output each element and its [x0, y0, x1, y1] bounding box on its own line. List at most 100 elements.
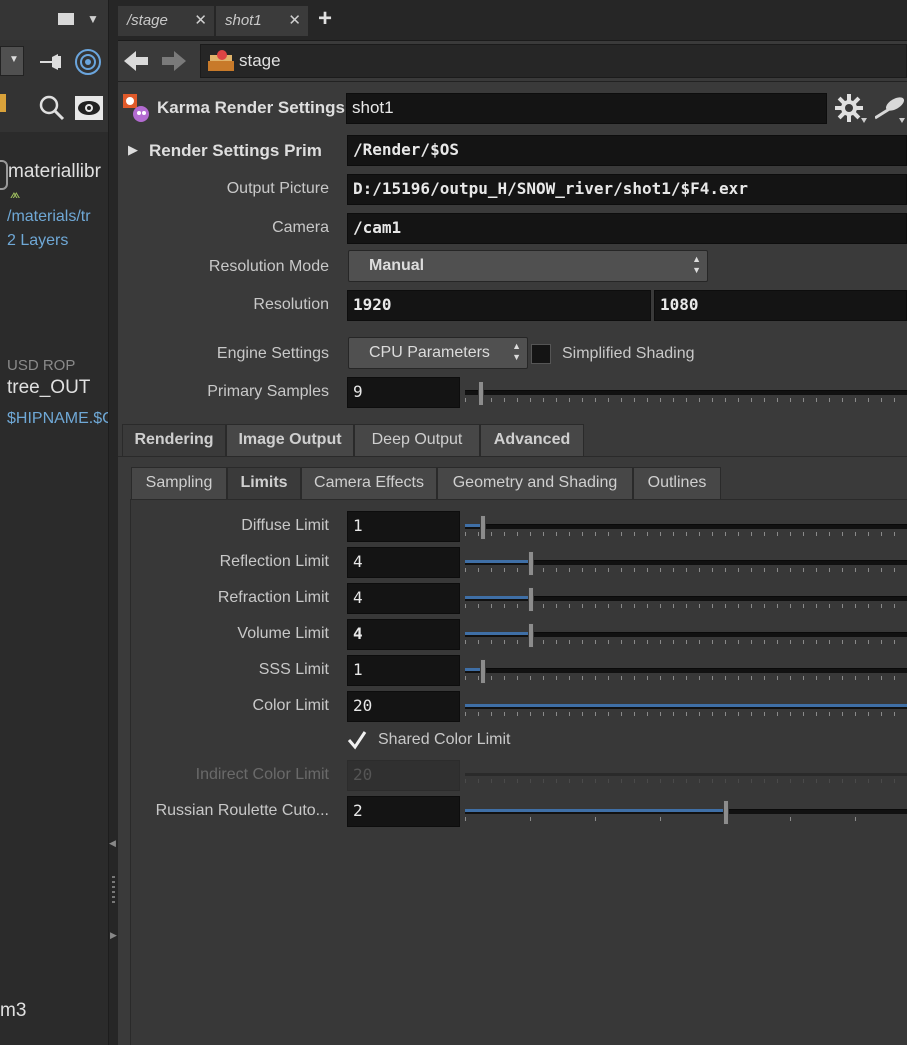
- search-icon[interactable]: [38, 94, 66, 127]
- resolution-y-field[interactable]: 1080: [654, 290, 907, 321]
- output-picture-field[interactable]: D:/15196/outpu_H/SNOW_river/shot1/$F4.ex…: [347, 174, 907, 205]
- collapse-right-icon[interactable]: ▶: [110, 930, 117, 941]
- tab-stage[interactable]: /stage ✕: [118, 6, 214, 36]
- chevron-down-icon[interactable]: ▼: [87, 12, 99, 26]
- volume-limit-label: Volume Limit: [237, 625, 329, 642]
- back-arrow-icon[interactable]: [124, 49, 150, 78]
- sss-limit-slider[interactable]: [465, 655, 907, 685]
- node-name: materiallibr: [8, 161, 101, 182]
- collapse-left-icon[interactable]: ◀: [109, 838, 116, 849]
- slider-fill: [465, 560, 531, 563]
- gear-icon[interactable]: [835, 94, 867, 129]
- resolution-mode-value: Manual: [369, 257, 425, 274]
- slider-ticks: [465, 779, 907, 783]
- sss-limit-label: SSS Limit: [258, 661, 329, 678]
- tab-image-output[interactable]: Image Output: [226, 424, 354, 456]
- tab-camera-effects[interactable]: Camera Effects: [301, 467, 437, 499]
- drag-handle[interactable]: [112, 876, 115, 906]
- tab-sampling[interactable]: Sampling: [131, 467, 227, 499]
- tab-outlines[interactable]: Outlines: [633, 467, 721, 499]
- path-field[interactable]: stage: [200, 44, 907, 78]
- color-limit-slider[interactable]: [465, 691, 907, 721]
- refraction-limit-slider[interactable]: [465, 583, 907, 613]
- network-panel[interactable]: ▼ ▼ materiallibr ⩕ /materials/tr 2 Layer…: [0, 0, 108, 1045]
- eye-icon[interactable]: [75, 94, 103, 127]
- node-type-label: Karma Render Settings: [157, 98, 345, 117]
- pane-menu-icon[interactable]: [58, 13, 74, 25]
- node-tree-out[interactable]: USD ROP tree_OUT $HIPNAME.$C: [0, 355, 108, 435]
- refraction-limit-label: Refraction Limit: [217, 589, 329, 606]
- engine-settings-label: Engine Settings: [216, 345, 329, 362]
- node-name-field[interactable]: shot1: [346, 93, 827, 124]
- camera-field[interactable]: /cam1: [347, 213, 907, 244]
- camera-label: Camera: [272, 219, 329, 236]
- diffuse-limit-slider[interactable]: [465, 511, 907, 541]
- node-materiallibrary[interactable]: materiallibr ⩕ /materials/tr 2 Layers: [0, 150, 108, 250]
- resolution-mode-label: Resolution Mode: [208, 258, 329, 275]
- engine-settings-menu[interactable]: CPU Parameters ▲ ▼: [348, 337, 528, 369]
- pane-tab-bar: /stage ✕ shot1 ✕ +: [118, 0, 907, 41]
- slider-ticks: [465, 676, 907, 680]
- node-path: /materials/tr: [7, 208, 91, 225]
- slider-handle[interactable]: [528, 551, 534, 576]
- russian-roulette-field[interactable]: 2: [347, 796, 460, 827]
- slider-fill: [465, 596, 531, 599]
- russian-roulette-label: Russian Roulette Cuto...: [155, 802, 329, 819]
- node-layers: 2 Layers: [7, 232, 69, 249]
- render-prim-field[interactable]: /Render/$OS: [347, 135, 907, 166]
- slider-handle[interactable]: [478, 381, 484, 406]
- chevron-down-icon: ▼: [9, 54, 19, 65]
- node-name: tree_OUT: [7, 377, 91, 398]
- color-limit-field[interactable]: 20: [347, 691, 460, 722]
- reflection-limit-field[interactable]: 4: [347, 547, 460, 578]
- tab-geometry-shading[interactable]: Geometry and Shading: [437, 467, 633, 499]
- close-icon[interactable]: ✕: [288, 6, 301, 35]
- slider-handle[interactable]: [480, 515, 486, 540]
- tab-shot1[interactable]: shot1 ✕: [216, 6, 308, 36]
- tab-rendering[interactable]: Rendering: [122, 424, 226, 456]
- primary-samples-label: Primary Samples: [207, 383, 329, 400]
- pin-icon[interactable]: [38, 52, 66, 77]
- tab-advanced[interactable]: Advanced: [480, 424, 584, 456]
- add-tab-icon[interactable]: +: [318, 5, 332, 33]
- slider-handle[interactable]: [480, 659, 486, 684]
- engine-settings-value: CPU Parameters: [369, 344, 490, 361]
- slider-handle[interactable]: [528, 587, 534, 612]
- sss-limit-field[interactable]: 1: [347, 655, 460, 686]
- diffuse-limit-field[interactable]: 1: [347, 511, 460, 542]
- volume-limit-slider[interactable]: [465, 619, 907, 649]
- volume-limit-field[interactable]: 4: [347, 619, 460, 650]
- slider-ticks: [465, 532, 907, 536]
- slider-fill: [465, 704, 907, 707]
- refraction-limit-field[interactable]: 4: [347, 583, 460, 614]
- folder-expand-icon[interactable]: ▶: [128, 142, 138, 158]
- left-dropdown[interactable]: ▼: [0, 46, 24, 76]
- simplified-shading-checkbox[interactable]: [531, 344, 551, 364]
- reflection-limit-label: Reflection Limit: [219, 553, 329, 570]
- primary-samples-field[interactable]: 9: [347, 377, 460, 408]
- slider-handle[interactable]: [528, 623, 534, 648]
- node-path: $HIPNAME.$C: [7, 410, 108, 427]
- color-limit-label: Color Limit: [252, 697, 329, 714]
- slider-fill: [465, 632, 531, 635]
- reflection-limit-slider[interactable]: [465, 547, 907, 577]
- forward-arrow-icon[interactable]: [160, 49, 186, 78]
- slider-handle[interactable]: [723, 800, 729, 825]
- parameter-pane: Karma Render Settings shot1 ▶ Render Set…: [118, 82, 907, 1045]
- stage-icon: [206, 49, 236, 80]
- resolution-x-field[interactable]: 1920: [347, 290, 651, 321]
- node-type: USD ROP: [7, 357, 76, 374]
- folder-label[interactable]: Render Settings Prim: [149, 141, 322, 161]
- russian-roulette-slider[interactable]: [465, 796, 907, 826]
- primary-samples-slider[interactable]: [465, 377, 907, 407]
- target-icon[interactable]: [74, 48, 102, 81]
- main-tab-strip: [118, 456, 907, 457]
- home-icon[interactable]: [0, 94, 6, 112]
- shared-color-limit-checkbox[interactable]: [347, 730, 367, 750]
- tab-deep-output[interactable]: Deep Output: [354, 424, 480, 456]
- help-icon[interactable]: [874, 94, 907, 129]
- tab-limits[interactable]: Limits: [227, 467, 301, 499]
- resolution-mode-menu[interactable]: Manual ▲ ▼: [348, 250, 708, 282]
- slider-track: [465, 668, 907, 673]
- close-icon[interactable]: ✕: [194, 6, 207, 35]
